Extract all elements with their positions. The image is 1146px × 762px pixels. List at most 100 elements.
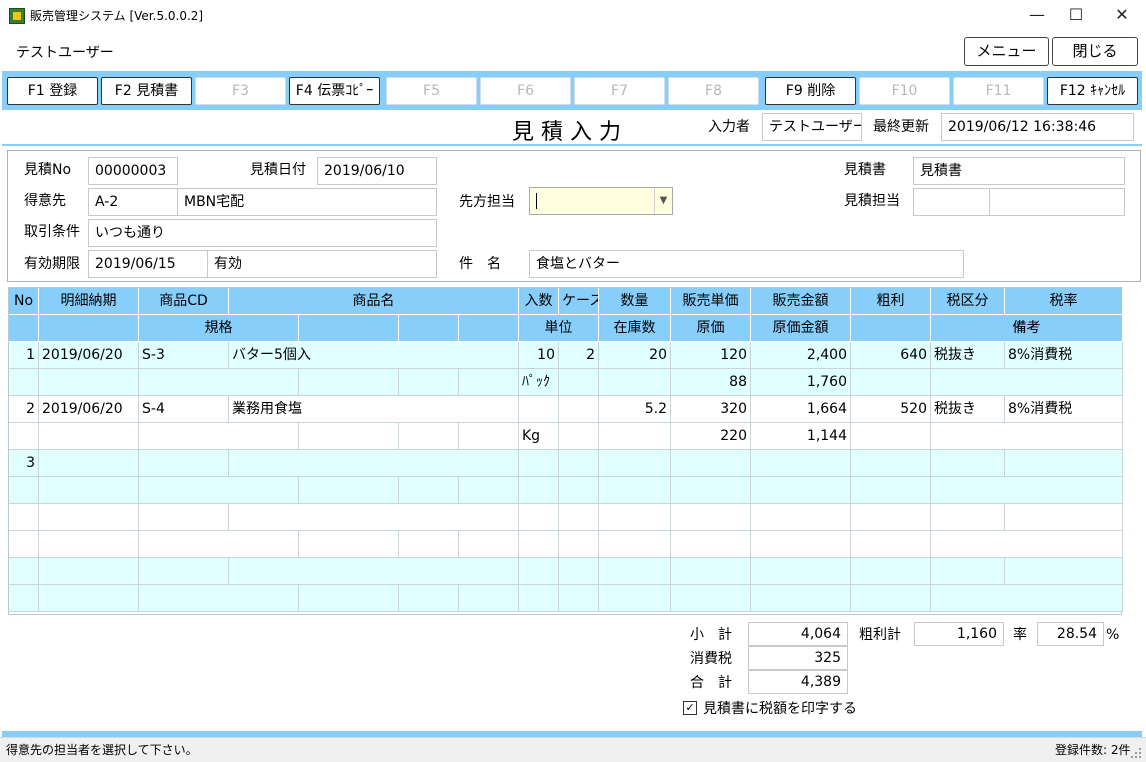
grid-cell[interactable] (599, 477, 671, 504)
grid-cell[interactable] (9, 423, 39, 450)
grid-cell[interactable] (599, 423, 671, 450)
grid-cell-date[interactable] (39, 558, 139, 585)
grid-cell-no[interactable] (9, 504, 39, 531)
grid-cell-cost_amount[interactable] (751, 585, 851, 612)
quote-date-field[interactable]: 2019/06/10 (317, 157, 437, 185)
expiry-date-field[interactable]: 2019/06/15 (88, 250, 208, 278)
grid-cell-irisu[interactable] (519, 504, 559, 531)
terms-field[interactable]: いつも通り (88, 219, 437, 247)
grid-cell-case[interactable] (559, 396, 599, 423)
grid-cell[interactable] (399, 531, 459, 558)
grid-cell-unit[interactable]: ﾊﾟｯｸ (519, 369, 559, 396)
grid-cell-date[interactable]: 2019/06/20 (39, 342, 139, 369)
f5-button[interactable]: F5 (386, 77, 477, 105)
grid-cell-price[interactable] (671, 450, 751, 477)
grid-cell-case[interactable] (559, 504, 599, 531)
grid-cell[interactable] (139, 369, 299, 396)
grid-cell-case[interactable]: 2 (559, 342, 599, 369)
print-tax-checkbox[interactable]: ✓ (683, 701, 697, 715)
grid-cell[interactable] (139, 477, 299, 504)
f12-cancel-button[interactable]: F12 ｷｬﾝｾﾙ (1047, 77, 1138, 105)
grid-cell-code[interactable] (139, 504, 229, 531)
grid-cell-date[interactable]: 2019/06/20 (39, 396, 139, 423)
grid-cell-amount[interactable] (751, 450, 851, 477)
grid-cell[interactable] (39, 369, 139, 396)
grid-cell-code[interactable]: S-3 (139, 342, 229, 369)
f10-button[interactable]: F10 (859, 77, 950, 105)
f8-button[interactable]: F8 (668, 77, 759, 105)
grid-cell-qty[interactable] (599, 504, 671, 531)
grid-cell-tax_rate[interactable]: 8%消費税 (1005, 396, 1123, 423)
grid-cell[interactable] (39, 477, 139, 504)
close-icon[interactable]: ✕ (1099, 0, 1145, 32)
customer-code-field[interactable]: A-2 (88, 188, 178, 216)
grid-cell[interactable] (459, 531, 519, 558)
menu-button[interactable]: メニュー (964, 37, 1049, 66)
grid-cell-unit[interactable] (519, 531, 559, 558)
grid-cell-irisu[interactable] (519, 558, 559, 585)
grid-cell-profit[interactable] (851, 558, 931, 585)
grid-cell-case[interactable] (559, 450, 599, 477)
grid-cell[interactable] (459, 477, 519, 504)
grid-cell-name[interactable] (229, 558, 519, 585)
grid-cell-no[interactable] (9, 558, 39, 585)
grid-cell-tax_class[interactable]: 税抜き (931, 396, 1005, 423)
resize-grip-icon[interactable] (1130, 747, 1142, 759)
grid-cell-irisu[interactable]: 10 (519, 342, 559, 369)
grid-cell-qty[interactable]: 5.2 (599, 396, 671, 423)
grid-cell-price[interactable] (671, 504, 751, 531)
grid-cell[interactable] (399, 369, 459, 396)
grid-cell-price[interactable]: 120 (671, 342, 751, 369)
grid-cell[interactable] (299, 369, 399, 396)
grid-cell[interactable] (459, 423, 519, 450)
grid-cell-tax_class[interactable] (931, 504, 1005, 531)
grid-cell-no[interactable]: 3 (9, 450, 39, 477)
grid-cell-amount[interactable]: 1,664 (751, 396, 851, 423)
chevron-down-icon[interactable]: ▼ (654, 188, 672, 214)
grid-cell[interactable] (9, 477, 39, 504)
grid-cell-qty[interactable]: 20 (599, 342, 671, 369)
grid-cell[interactable] (559, 585, 599, 612)
f9-delete-button[interactable]: F9 削除 (765, 77, 856, 105)
grid-cell-irisu[interactable] (519, 396, 559, 423)
grid-cell[interactable] (9, 585, 39, 612)
grid-cell-cost_amount[interactable] (751, 477, 851, 504)
grid-cell[interactable] (39, 423, 139, 450)
grid-cell-price[interactable]: 320 (671, 396, 751, 423)
grid-cell[interactable] (9, 369, 39, 396)
close-button[interactable]: 閉じる (1052, 37, 1138, 66)
document-field[interactable]: 見積書 (913, 157, 1125, 185)
grid-cell[interactable] (851, 585, 931, 612)
grid-cell-name[interactable]: 業務用食塩 (229, 396, 519, 423)
grid-cell[interactable] (851, 423, 931, 450)
grid-cell[interactable] (931, 477, 1123, 504)
grid-cell-cost_amount[interactable] (751, 531, 851, 558)
grid-cell-tax_class[interactable] (931, 450, 1005, 477)
grid-cell-name[interactable] (229, 450, 519, 477)
grid-cell-cost[interactable] (671, 531, 751, 558)
grid-cell-unit[interactable]: Kg (519, 423, 559, 450)
grid-cell-cost[interactable]: 88 (671, 369, 751, 396)
grid-cell[interactable] (559, 369, 599, 396)
f11-button[interactable]: F11 (953, 77, 1044, 105)
grid-cell[interactable] (399, 585, 459, 612)
grid-cell[interactable] (9, 531, 39, 558)
grid-cell-name[interactable] (229, 504, 519, 531)
grid-cell[interactable] (559, 477, 599, 504)
grid-cell-profit[interactable]: 520 (851, 396, 931, 423)
grid-cell-amount[interactable] (751, 504, 851, 531)
grid-cell-profit[interactable] (851, 450, 931, 477)
grid-cell-cost_amount[interactable]: 1,144 (751, 423, 851, 450)
f1-register-button[interactable]: F1 登録 (7, 77, 98, 105)
grid-cell[interactable] (851, 369, 931, 396)
grid-cell[interactable] (851, 531, 931, 558)
grid-cell-qty[interactable] (599, 558, 671, 585)
maximize-icon[interactable]: ☐ (1053, 0, 1099, 32)
grid-cell[interactable] (559, 423, 599, 450)
contact-select[interactable]: ▼ (529, 187, 673, 215)
grid-cell[interactable] (139, 531, 299, 558)
grid-cell[interactable] (459, 585, 519, 612)
grid-cell-date[interactable] (39, 450, 139, 477)
grid-cell[interactable] (931, 423, 1123, 450)
f3-button[interactable]: F3 (195, 77, 286, 105)
